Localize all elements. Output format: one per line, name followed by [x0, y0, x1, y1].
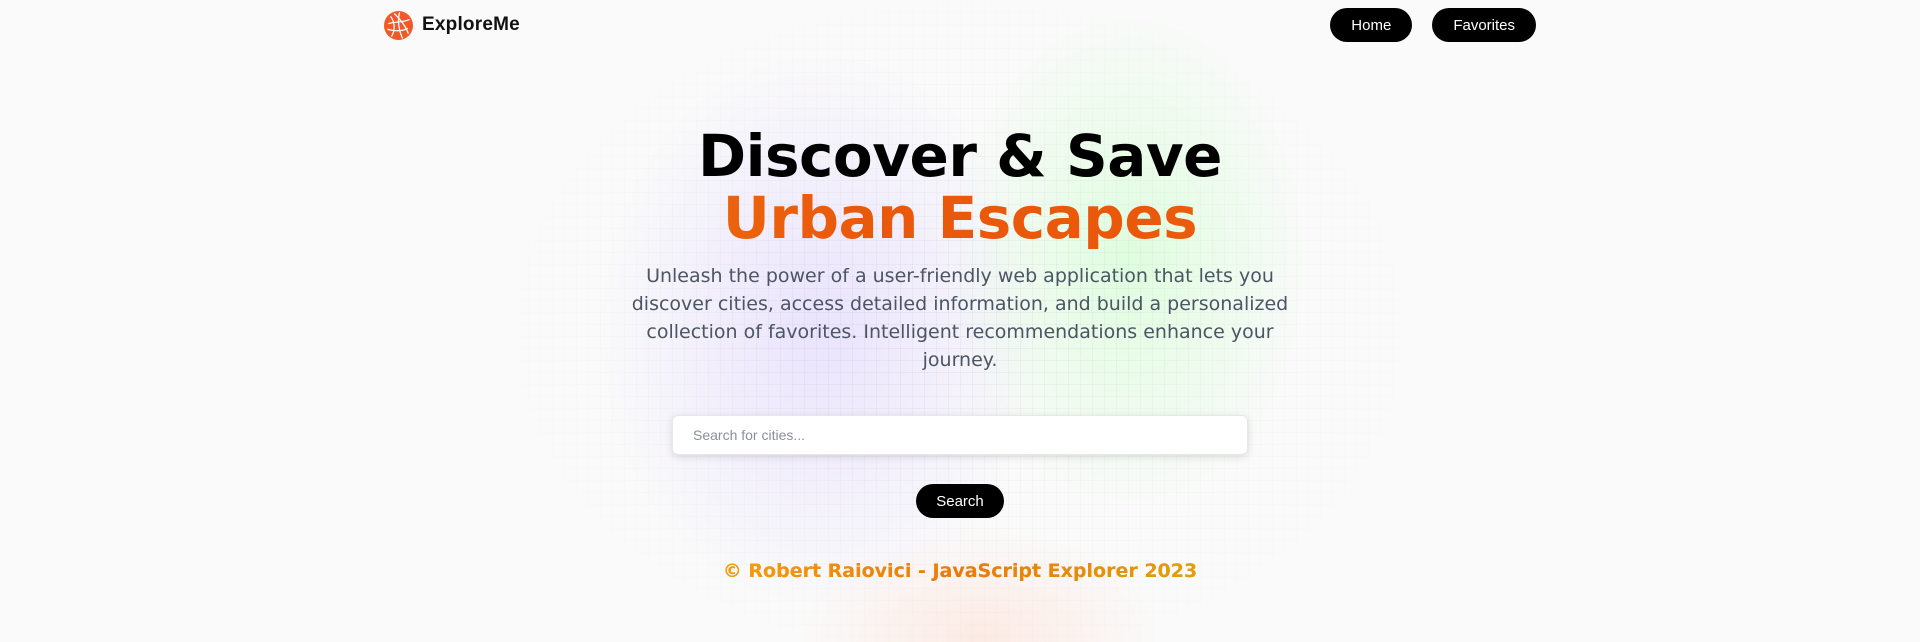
- hero-subtitle: Unleash the power of a user-friendly web…: [631, 265, 1289, 371]
- footer-credit: © Robert Raiovici - JavaScript Explorer …: [722, 560, 1198, 582]
- globe-icon: [383, 10, 414, 40]
- hero-section: Discover & Save Urban Escapes Unleash th…: [0, 125, 1920, 374]
- brand-name: ExploreMe: [422, 14, 520, 35]
- search-input[interactable]: [673, 416, 1247, 454]
- page: ExploreMe Home Favorites Discover & Save…: [0, 0, 1920, 642]
- brand-link[interactable]: ExploreMe: [383, 10, 520, 41]
- nav-home-button[interactable]: Home: [1330, 8, 1413, 42]
- nav-favorites-button[interactable]: Favorites: [1432, 8, 1536, 42]
- search-button[interactable]: Search: [916, 484, 1004, 518]
- footer: © Robert Raiovici - JavaScript Explorer …: [0, 560, 1920, 582]
- hero-title-highlight: Urban Escapes: [0, 187, 1920, 249]
- hero-title: Discover & Save: [697, 122, 1223, 190]
- top-navigation: ExploreMe Home Favorites: [383, 0, 1536, 50]
- nav-links: Home Favorites: [1330, 8, 1536, 42]
- search-field: [672, 415, 1248, 455]
